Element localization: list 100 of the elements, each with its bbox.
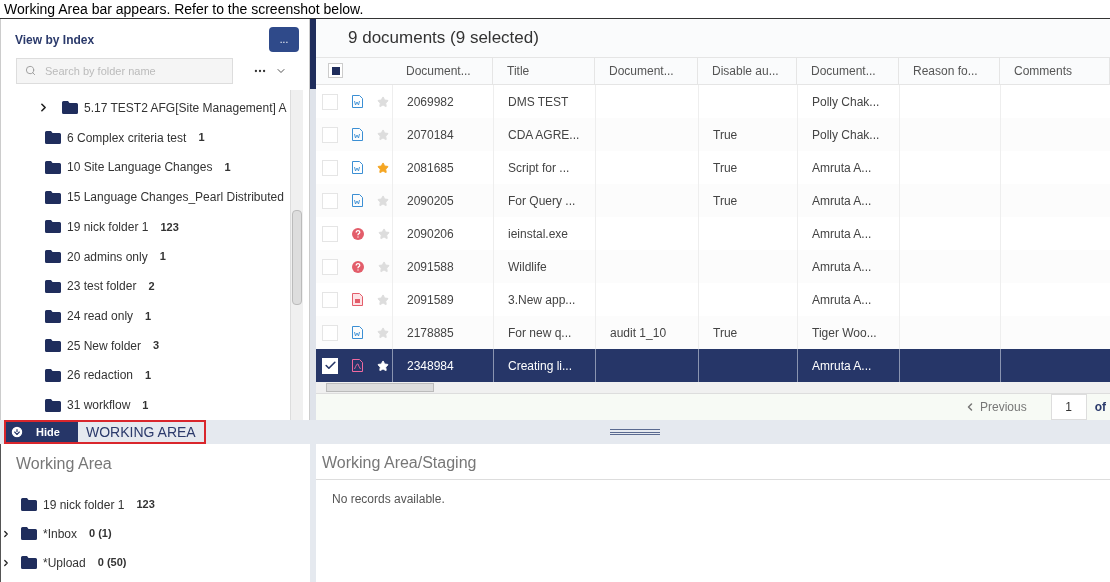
row-checkbox[interactable]: [322, 93, 338, 110]
folder-icon: [45, 398, 61, 412]
star-icon[interactable]: [377, 95, 389, 108]
row-checkbox[interactable]: [322, 126, 338, 143]
table-cell-text: 2178885: [407, 324, 454, 342]
caption: Working Area bar appears. Refer to the screenshot below.: [4, 1, 364, 17]
table-cell-text: Amruta A...: [812, 159, 872, 177]
folder-name[interactable]: 5.17 TEST2 AFG[Site Management] A: [84, 98, 287, 117]
column-header[interactable]: Document...: [392, 57, 493, 85]
folder-name[interactable]: 6 Complex criteria test: [67, 128, 187, 147]
table-cell-text: For Query ...: [508, 192, 576, 210]
working-area-label: WORKING AREA: [85, 422, 196, 442]
folder-icon: [21, 498, 37, 511]
folder-icon: [45, 368, 61, 382]
folder-icon: [45, 250, 61, 264]
star-icon[interactable]: [377, 293, 389, 306]
folder-icon: [45, 309, 61, 323]
folder-count: 1: [198, 130, 205, 146]
hide-button[interactable]: Hide: [6, 422, 78, 442]
table-cell-text: Creating li...: [508, 357, 573, 375]
word-document-icon: [352, 194, 363, 208]
folder-name[interactable]: *Inbox: [43, 524, 78, 543]
table-cell-text: 2081685: [407, 159, 454, 177]
row-checkbox[interactable]: [322, 225, 338, 242]
column-header[interactable]: Document...: [595, 57, 698, 85]
folder-name[interactable]: *Upload: [43, 553, 86, 572]
star-icon[interactable]: [377, 194, 389, 207]
word-document-icon: [352, 161, 363, 175]
table-cell-text: 3.New app...: [508, 291, 576, 309]
chevron-right-icon[interactable]: [1, 528, 11, 539]
folder-count: 2: [148, 279, 155, 294]
documents-title: 9 documents (9 selected): [316, 19, 1110, 58]
row-checkbox[interactable]: [322, 258, 338, 275]
folder-count: 0 (1): [89, 526, 112, 542]
row-checkbox[interactable]: [322, 291, 338, 308]
folder-name[interactable]: 23 test folder: [67, 277, 137, 296]
table-cell-text: True: [713, 192, 738, 210]
select-all-checkbox[interactable]: [328, 63, 343, 79]
table-cell-text: For new q...: [508, 324, 572, 342]
media-document-icon: [352, 293, 363, 307]
table-cell-text: 2090205: [407, 192, 454, 210]
folder-name[interactable]: 31 workflow: [67, 396, 131, 415]
column-header[interactable]: Document...: [797, 57, 899, 85]
page-field[interactable]: 1: [1050, 394, 1087, 420]
folder-name[interactable]: 10 Site Language Changes: [67, 158, 213, 177]
table-cell-text: Amruta A...: [812, 192, 872, 210]
table-cell-text: 2091589: [407, 291, 454, 309]
table-cell-text: 2090206: [407, 225, 454, 243]
table-cell-text: True: [713, 324, 738, 342]
folder-name[interactable]: 19 nick folder 1: [43, 495, 125, 514]
folder-icon: [21, 556, 37, 569]
folder-name[interactable]: 19 nick folder 1: [67, 217, 149, 236]
table-cell-text: Amruta A...: [812, 291, 872, 309]
folder-name[interactable]: 15 Language Changes_Pearl Distributed: [67, 188, 284, 207]
folder-name[interactable]: 25 New folder: [67, 336, 142, 355]
word-document-icon: [352, 326, 363, 340]
pdf-document-icon: [352, 359, 363, 373]
table-cell-text: Amruta A...: [812, 225, 872, 243]
table-cell-text: Wildlife: [508, 258, 547, 276]
row-checkbox[interactable]: [322, 159, 338, 176]
table-cell-text: True: [713, 159, 738, 177]
table-cell-text: 2348984: [407, 357, 454, 375]
folder-count: 3: [153, 338, 160, 354]
word-document-icon: [352, 95, 363, 109]
folder-icon: [62, 101, 78, 115]
menu-button[interactable]: ...: [269, 27, 299, 52]
table-cell-text: 2070184: [407, 126, 454, 144]
star-icon[interactable]: [377, 161, 389, 174]
folder-name[interactable]: 26 redaction: [67, 366, 134, 385]
scrollbar[interactable]: [290, 90, 303, 420]
horizontal-scrollbar[interactable]: [316, 382, 1110, 394]
chevron-right-icon[interactable]: [1, 557, 11, 568]
splitter-grip[interactable]: [610, 429, 660, 435]
star-icon[interactable]: [377, 128, 389, 141]
folder-icon: [45, 279, 61, 293]
column-header[interactable]: Comments: [1000, 57, 1110, 85]
folder-count: 0 (50): [97, 555, 127, 571]
folder-count: 1: [159, 249, 166, 265]
star-icon[interactable]: [378, 260, 390, 273]
table-cell-text: Amruta A...: [812, 258, 872, 276]
folder-count: 123: [160, 219, 179, 235]
star-icon[interactable]: [378, 227, 390, 240]
star-icon[interactable]: [377, 326, 389, 339]
folder-icon: [45, 220, 61, 234]
column-header[interactable]: Reason fo...: [899, 57, 1000, 85]
folder-count: 1: [224, 160, 231, 176]
question-icon: [352, 227, 364, 240]
folder-count: 1: [142, 397, 149, 413]
column-header[interactable]: Disable au...: [698, 57, 797, 85]
word-document-icon: [352, 128, 363, 142]
previous-button[interactable]: Previous: [964, 398, 1027, 416]
column-header[interactable]: Title: [493, 57, 595, 85]
folder-icon: [45, 190, 61, 204]
table-cell-text: 2069982: [407, 93, 454, 111]
row-checkbox[interactable]: [322, 324, 338, 341]
row-checkbox[interactable]: [322, 192, 338, 209]
folder-name[interactable]: 20 admins only: [67, 247, 148, 266]
folder-name[interactable]: 24 read only: [67, 307, 134, 325]
table-cell-text: audit 1_10: [610, 324, 667, 342]
question-icon: [352, 260, 364, 273]
